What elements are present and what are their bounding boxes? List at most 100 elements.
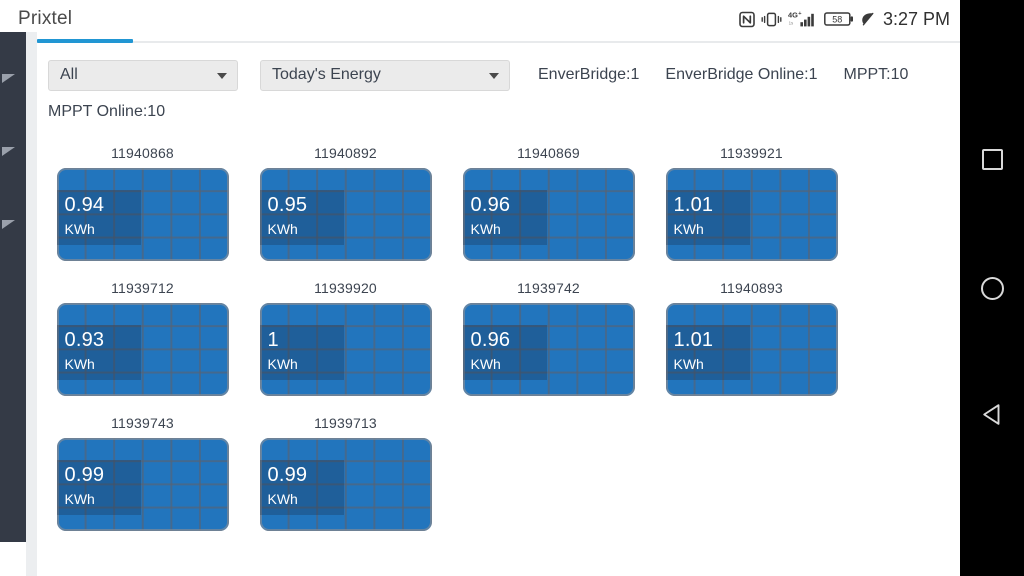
panel-id: 11940868 bbox=[111, 145, 174, 161]
panel-value: 1.01 bbox=[673, 329, 714, 352]
panel-card[interactable]: 11940893 1.01 KWh bbox=[654, 280, 849, 396]
panel-unit: KWh bbox=[470, 220, 501, 237]
solar-panel-graphic[interactable]: 0.94 KWh bbox=[56, 168, 229, 261]
main-content: All Today's Energy EnverBridge:1 EnverBr… bbox=[37, 32, 960, 576]
panel-unit: KWh bbox=[673, 355, 704, 372]
panel-readout: 1.01 KWh bbox=[665, 325, 750, 380]
left-rail[interactable] bbox=[0, 32, 26, 542]
panel-card[interactable]: 11940869 0.96 KWh bbox=[451, 145, 646, 261]
home-button[interactable] bbox=[979, 275, 1005, 301]
solar-panel-graphic[interactable]: 1 KWh bbox=[259, 303, 432, 396]
panel-value: 0.94 bbox=[64, 194, 105, 217]
back-button[interactable] bbox=[979, 404, 1005, 430]
stat-mppt-online: MPPT Online:10 bbox=[48, 103, 166, 120]
chevron-down-icon bbox=[489, 73, 499, 79]
panel-id: 11940892 bbox=[314, 145, 377, 161]
app-title: Prixtel bbox=[18, 8, 73, 29]
solar-panel-graphic[interactable]: 0.99 KWh bbox=[259, 438, 432, 531]
panel-row: 11939712 0.93 KWh 11939920 1 KWh 1193974… bbox=[37, 280, 960, 415]
panel-readout: 1 KWh bbox=[259, 325, 344, 380]
battery-icon: 58 bbox=[824, 9, 854, 29]
circle-icon bbox=[980, 276, 1004, 300]
panel-readout: 0.94 KWh bbox=[56, 190, 141, 245]
panel-value: 0.93 bbox=[64, 329, 105, 352]
panel-readout: 0.99 KWh bbox=[259, 460, 344, 515]
status-clock: 3:27 PM bbox=[882, 8, 950, 29]
metric-filter-value: Today's Energy bbox=[272, 66, 381, 83]
panel-id: 11939742 bbox=[517, 280, 580, 296]
content-gutter bbox=[26, 32, 37, 576]
stat-mppt: MPPT:10 bbox=[843, 66, 909, 83]
panel-card[interactable]: 11939712 0.93 KWh bbox=[45, 280, 240, 396]
svg-text:+: + bbox=[798, 11, 802, 17]
panel-unit: KWh bbox=[64, 220, 95, 237]
square-icon bbox=[981, 148, 1003, 170]
solar-panel-graphic[interactable]: 0.96 KWh bbox=[462, 303, 635, 396]
recents-button[interactable] bbox=[979, 146, 1005, 172]
chevron-down-icon bbox=[217, 73, 227, 79]
panel-readout: 0.96 KWh bbox=[462, 325, 547, 380]
solar-panel-graphic[interactable]: 0.99 KWh bbox=[56, 438, 229, 531]
metric-filter-select[interactable]: Today's Energy bbox=[260, 59, 510, 91]
panel-id: 11939712 bbox=[111, 280, 174, 296]
filter-toolbar: All Today's Energy EnverBridge:1 EnverBr… bbox=[37, 56, 960, 94]
solar-panel-graphic[interactable]: 0.93 KWh bbox=[56, 303, 229, 396]
tab-bar-track bbox=[37, 41, 960, 43]
panel-unit: KWh bbox=[64, 355, 95, 372]
solar-panel-graphic[interactable]: 1.01 KWh bbox=[665, 303, 838, 396]
panel-card[interactable]: 11939713 0.99 KWh bbox=[248, 415, 443, 531]
device-filter-value: All bbox=[60, 66, 78, 83]
panel-readout: 0.99 KWh bbox=[56, 460, 141, 515]
active-tab-indicator bbox=[37, 39, 133, 43]
android-nav-bar bbox=[960, 0, 1024, 576]
panel-grid: 11940868 0.94 KWh 11940892 0.95 KWh 1194… bbox=[37, 145, 960, 550]
rail-arrow-icon[interactable] bbox=[2, 147, 15, 156]
panel-readout: 1.01 KWh bbox=[665, 190, 750, 245]
panel-value: 1 bbox=[267, 329, 279, 352]
solar-panel-graphic[interactable]: 0.95 KWh bbox=[259, 168, 432, 261]
panel-card[interactable]: 11940892 0.95 KWh bbox=[248, 145, 443, 261]
panel-readout: 0.93 KWh bbox=[56, 325, 141, 380]
status-icon-tray: 4G + 1s 58 3:27 PM bbox=[739, 9, 950, 30]
panel-unit: KWh bbox=[267, 490, 298, 507]
panel-card[interactable]: 11939920 1 KWh bbox=[248, 280, 443, 396]
triangle-back-icon bbox=[980, 402, 1004, 432]
power-saving-leaf-icon bbox=[860, 9, 875, 29]
panel-unit: KWh bbox=[64, 490, 95, 507]
panel-unit: KWh bbox=[267, 220, 298, 237]
panel-id: 11940869 bbox=[517, 145, 580, 161]
panel-unit: KWh bbox=[267, 355, 298, 372]
nfc-icon bbox=[739, 9, 755, 29]
svg-text:4G: 4G bbox=[788, 11, 798, 20]
stat-enverbridge: EnverBridge:1 bbox=[538, 66, 640, 83]
panel-id: 11939920 bbox=[314, 280, 377, 296]
panel-card[interactable]: 11939743 0.99 KWh bbox=[45, 415, 240, 531]
panel-row: 11939743 0.99 KWh 11939713 0.99 KWh bbox=[37, 415, 960, 550]
rail-arrow-icon[interactable] bbox=[2, 74, 15, 83]
panel-value: 0.96 bbox=[470, 194, 511, 217]
panel-unit: KWh bbox=[673, 220, 704, 237]
panel-value: 1.01 bbox=[673, 194, 714, 217]
panel-readout: 0.96 KWh bbox=[462, 190, 547, 245]
panel-id: 11939921 bbox=[720, 145, 783, 161]
panel-row: 11940868 0.94 KWh 11940892 0.95 KWh 1194… bbox=[37, 145, 960, 280]
panel-value: 0.99 bbox=[267, 464, 308, 487]
panel-card[interactable]: 11939742 0.96 KWh bbox=[451, 280, 646, 396]
panel-id: 11939713 bbox=[314, 415, 377, 431]
panel-value: 0.96 bbox=[470, 329, 511, 352]
panel-id: 11940893 bbox=[720, 280, 783, 296]
solar-panel-graphic[interactable]: 0.96 KWh bbox=[462, 168, 635, 261]
panel-card[interactable]: 11940868 0.94 KWh bbox=[45, 145, 240, 261]
panel-value: 0.99 bbox=[64, 464, 105, 487]
stat-enverbridge-online: EnverBridge Online:1 bbox=[665, 66, 818, 83]
vibrate-icon bbox=[761, 9, 782, 29]
svg-text:1s: 1s bbox=[789, 20, 794, 25]
solar-panel-graphic[interactable]: 1.01 KWh bbox=[665, 168, 838, 261]
rail-arrow-icon[interactable] bbox=[2, 220, 15, 229]
panel-id: 11939743 bbox=[111, 415, 174, 431]
screen: Prixtel 4G + 1s 58 3:27 PM All Today's E… bbox=[0, 0, 1024, 576]
battery-level-text: 58 bbox=[832, 15, 842, 25]
panel-card[interactable]: 11939921 1.01 KWh bbox=[654, 145, 849, 261]
panel-readout: 0.95 KWh bbox=[259, 190, 344, 245]
device-filter-select[interactable]: All bbox=[48, 59, 238, 91]
